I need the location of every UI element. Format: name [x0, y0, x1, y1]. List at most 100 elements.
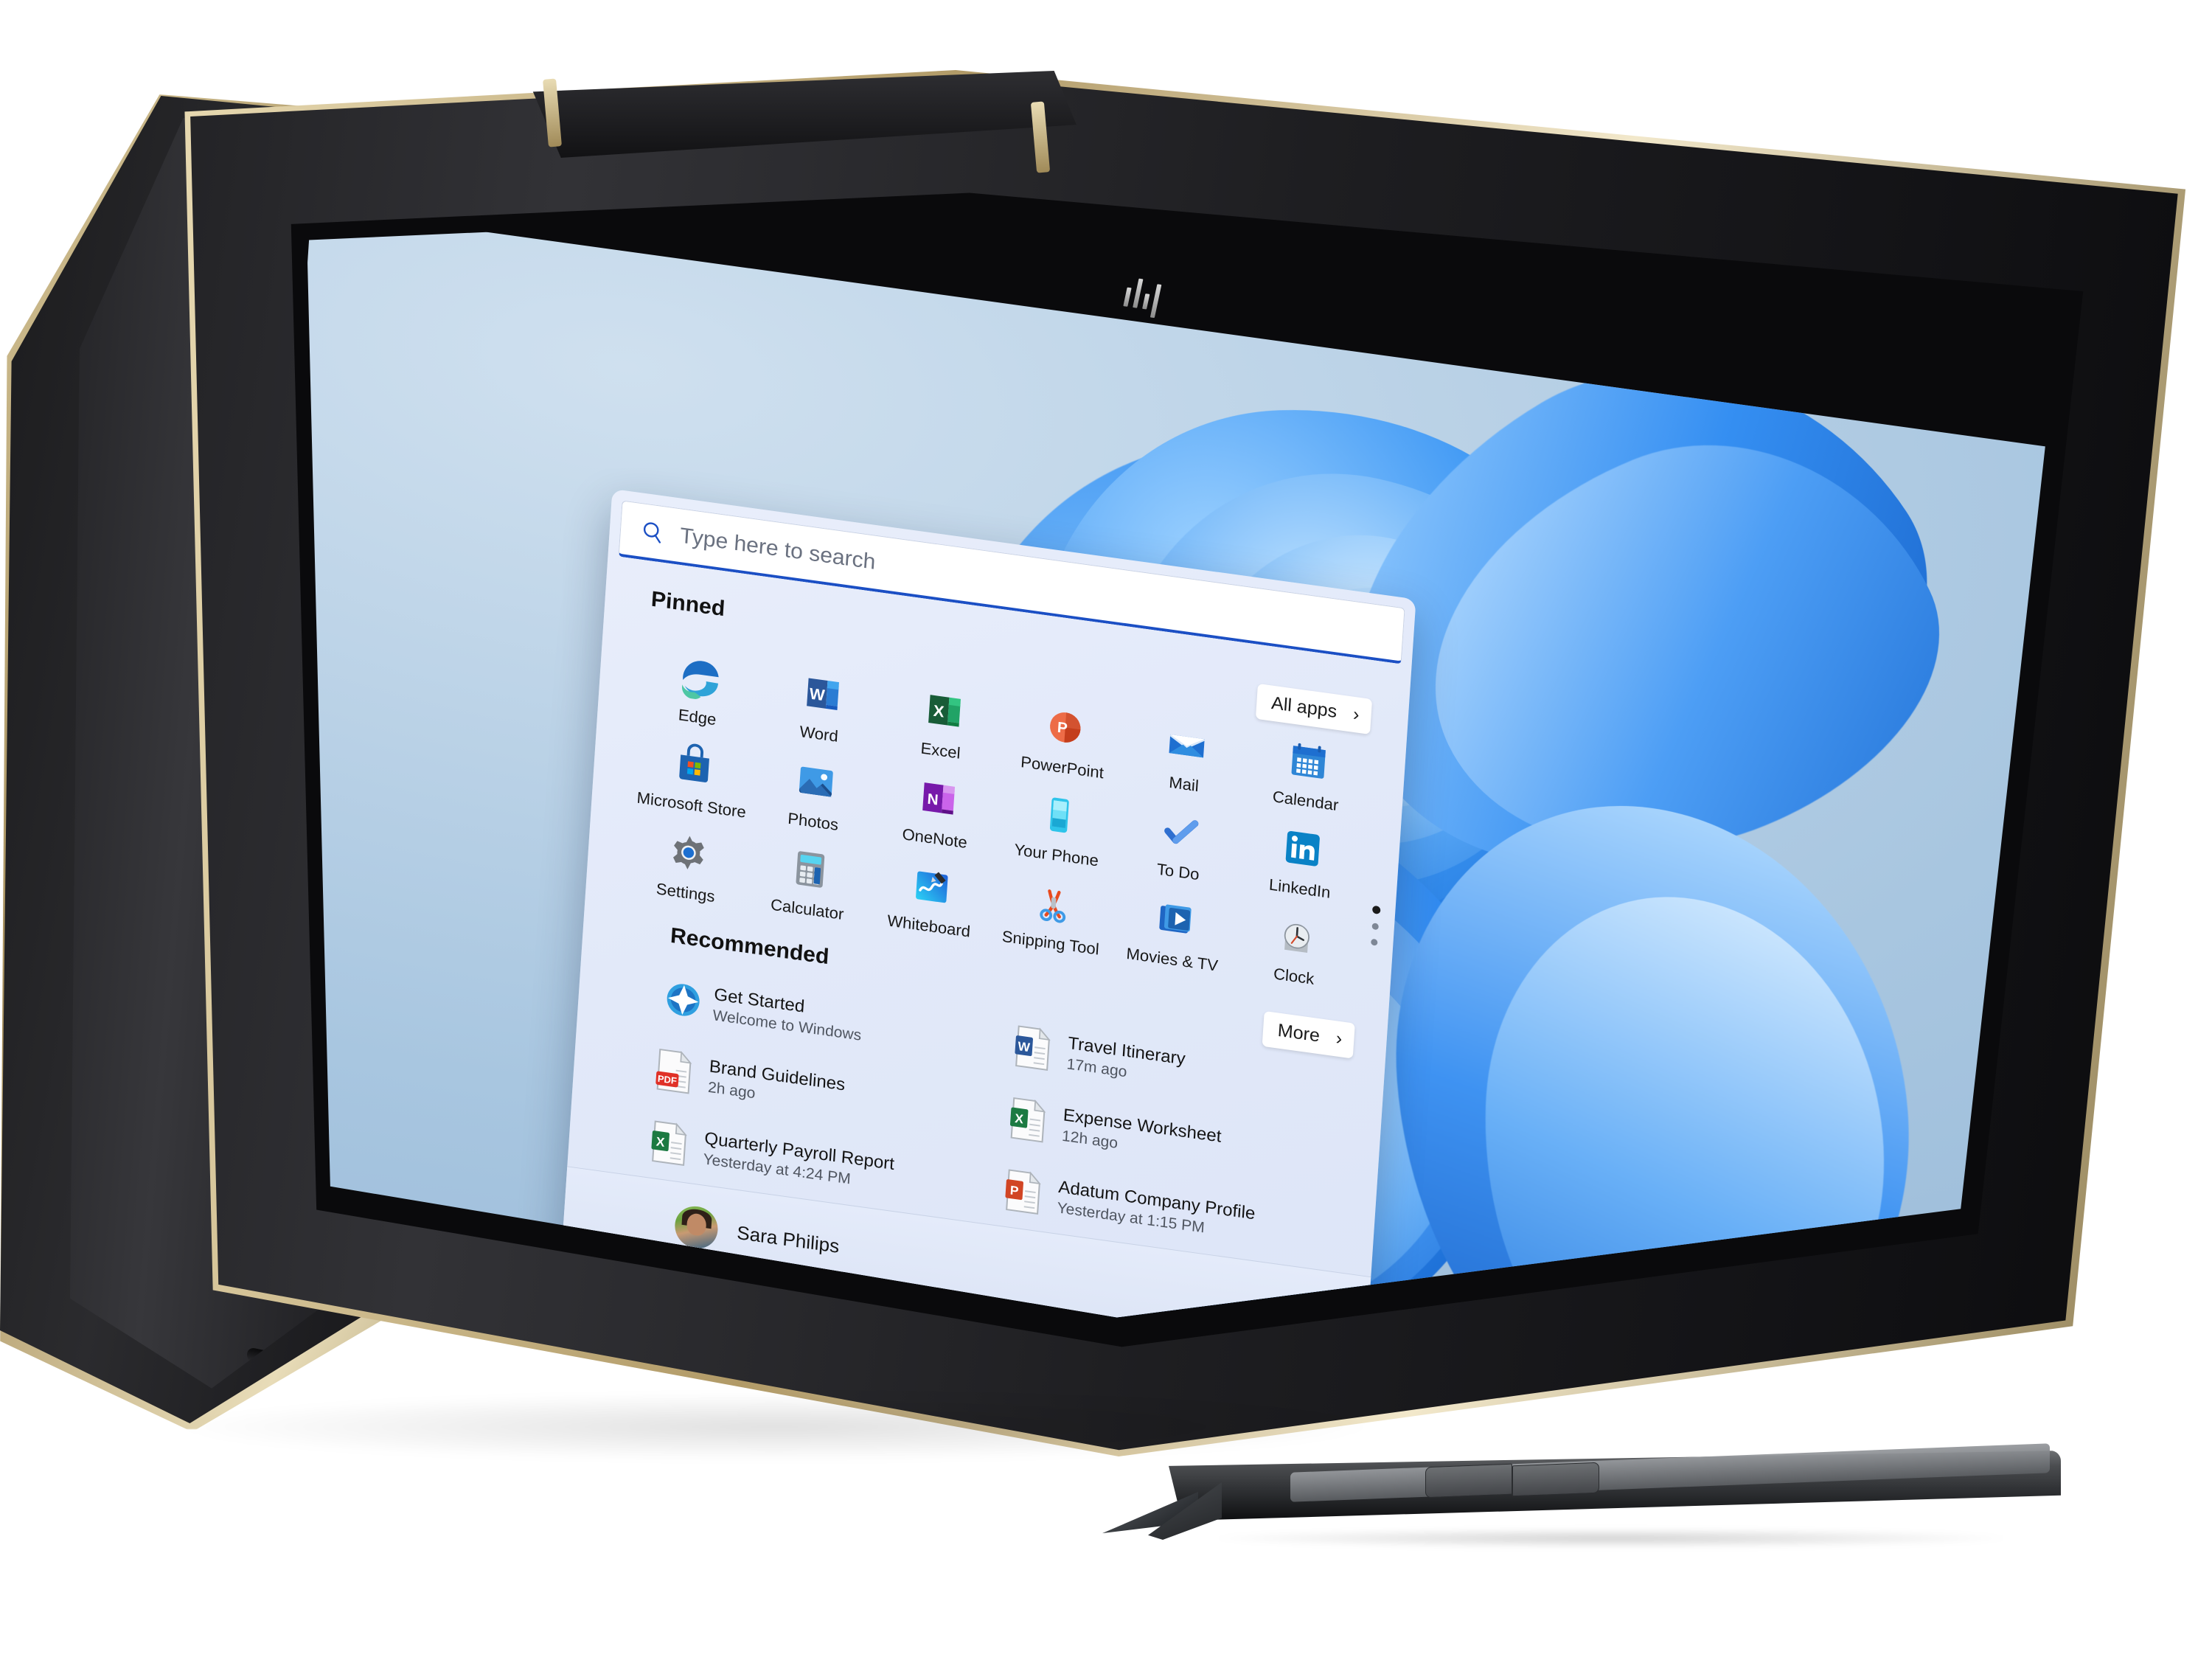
pinned-page-indicator[interactable]: [1370, 905, 1381, 946]
excel-icon: X: [919, 685, 967, 736]
excel-doc-icon: X: [651, 1120, 687, 1166]
pinned-app-edge[interactable]: Edge: [636, 647, 762, 735]
powerpoint-icon: P: [1040, 702, 1089, 753]
pinned-app-photos[interactable]: Photos: [751, 751, 878, 839]
avatar[interactable]: [673, 1203, 720, 1251]
calculator-icon: [796, 851, 824, 888]
linkedin-icon: [1285, 830, 1320, 867]
movies-tv-icon: [1150, 894, 1199, 945]
word-icon: W: [797, 668, 846, 719]
your-phone-icon: [1049, 797, 1069, 833]
page-dot[interactable]: [1371, 938, 1378, 946]
settings-gear-icon: [664, 827, 712, 878]
calendar-icon: [1291, 743, 1326, 779]
pinned-app-label: Excel: [919, 738, 961, 763]
stylus-pen: [1102, 1442, 2061, 1548]
screenshot-scene: Type here to search Pinned All apps › Ed…: [0, 0, 2212, 1660]
word-doc-icon: W: [1013, 1024, 1054, 1074]
all-apps-label: All apps: [1270, 692, 1338, 722]
calculator-icon: [785, 844, 834, 895]
svg-text:N: N: [926, 791, 938, 809]
pen-shadow: [1213, 1529, 2009, 1548]
pinned-app-whiteboard[interactable]: Whiteboard: [867, 855, 994, 944]
pdf-doc-icon: PDF: [654, 1046, 695, 1097]
pinned-app-settings[interactable]: Settings: [624, 822, 750, 911]
movies-tv-icon: [1158, 904, 1192, 934]
microsoft-store-icon: [678, 743, 709, 782]
pdf-doc-icon: PDF: [655, 1048, 692, 1094]
recommended-item[interactable]: X Expense Worksheet 12h ago: [1008, 1095, 1343, 1185]
pinned-app-calendar[interactable]: Calendar: [1244, 730, 1371, 819]
pinned-app-excel[interactable]: X Excel: [879, 680, 1006, 768]
page-dot-active[interactable]: [1371, 905, 1381, 914]
whiteboard-icon: [915, 871, 948, 903]
word-doc-icon: W: [1015, 1025, 1051, 1071]
recommended-item[interactable]: Get Started Welcome to Windows: [659, 975, 994, 1065]
pinned-app-mail[interactable]: Mail: [1122, 713, 1249, 802]
photos-icon: [791, 756, 840, 807]
clock-icon: [1284, 923, 1310, 953]
mail-icon: [1168, 734, 1205, 758]
pinned-app-label: Calendar: [1272, 787, 1340, 815]
excel-doc-icon: X: [650, 1119, 691, 1169]
powerpoint-icon: P: [1049, 712, 1080, 743]
onenote-icon: N: [922, 782, 955, 815]
windows-desktop[interactable]: Type here to search Pinned All apps › Ed…: [307, 210, 2062, 1318]
photos-icon: [799, 766, 833, 797]
onenote-icon: N: [913, 773, 961, 824]
start-menu[interactable]: Type here to search Pinned All apps › Ed…: [561, 488, 1416, 1318]
pinned-app-word[interactable]: W Word: [757, 663, 884, 751]
pinned-app-movies-tv[interactable]: Movies & TV: [1110, 889, 1237, 977]
pinned-app-label: Your Phone: [1013, 840, 1099, 870]
to-do-icon: [1156, 807, 1205, 858]
mail-icon: [1162, 719, 1211, 770]
pinned-app-label: Word: [799, 722, 839, 746]
search-icon: [643, 521, 661, 544]
svg-text:W: W: [1018, 1038, 1031, 1055]
pinned-app-powerpoint[interactable]: P PowerPoint: [1001, 697, 1127, 785]
page-dot[interactable]: [1371, 923, 1380, 931]
pinned-app-clock[interactable]: Clock: [1232, 906, 1359, 994]
svg-text:X: X: [933, 701, 945, 721]
all-apps-button[interactable]: All apps ›: [1255, 683, 1373, 735]
recommended-item[interactable]: PDF Brand Guidelines 2h ago: [654, 1046, 989, 1136]
get-started-icon: [667, 984, 700, 1016]
svg-text:P: P: [1057, 719, 1068, 737]
pinned-app-calculator[interactable]: Calculator: [745, 838, 872, 927]
calendar-icon: [1284, 735, 1332, 786]
pinned-app-label: Microsoft Store: [636, 788, 747, 822]
svg-text:P: P: [1009, 1183, 1019, 1198]
chevron-right-icon: ›: [1335, 1028, 1343, 1049]
settings-gear-icon: [672, 836, 704, 869]
to-do-icon: [1164, 820, 1198, 844]
pinned-app-onenote[interactable]: N OneNote: [873, 768, 1000, 856]
your-phone-icon: [1034, 790, 1083, 841]
pinned-app-to-do[interactable]: To Do: [1116, 801, 1243, 889]
pinned-app-label: Movies & TV: [1125, 944, 1219, 975]
whiteboard-icon: [907, 861, 956, 911]
account-name[interactable]: Sara Philips: [736, 1221, 841, 1257]
pinned-app-snipping-tool[interactable]: Snipping Tool: [989, 872, 1116, 961]
pinned-app-label: Photos: [787, 809, 839, 834]
more-button[interactable]: More ›: [1262, 1010, 1355, 1059]
snipping-tool-icon: [1029, 878, 1077, 928]
edge-icon: [675, 652, 724, 703]
chevron-right-icon: ›: [1352, 704, 1360, 726]
pinned-app-your-phone[interactable]: Your Phone: [995, 785, 1121, 873]
powerpoint-doc-icon: P: [1004, 1167, 1045, 1218]
svg-text:X: X: [655, 1134, 665, 1150]
recommended-section-title: Recommended: [669, 923, 830, 970]
pinned-app-label: Edge: [678, 705, 717, 729]
pinned-section-title: Pinned: [650, 587, 726, 622]
word-icon: W: [806, 678, 839, 710]
pen-button-1[interactable]: [1425, 1463, 1512, 1498]
edge-icon: [681, 661, 719, 699]
snipping-tool-icon: [1039, 889, 1065, 923]
pinned-app-microsoft-store[interactable]: Microsoft Store: [630, 735, 757, 823]
start-search-placeholder: Type here to search: [679, 523, 877, 574]
excel-icon: X: [928, 695, 961, 727]
linkedin-icon: [1278, 823, 1326, 874]
pen-button-2[interactable]: [1512, 1462, 1599, 1497]
pinned-app-label: Whiteboard: [886, 911, 971, 941]
pinned-app-linkedin[interactable]: LinkedIn: [1238, 818, 1365, 906]
